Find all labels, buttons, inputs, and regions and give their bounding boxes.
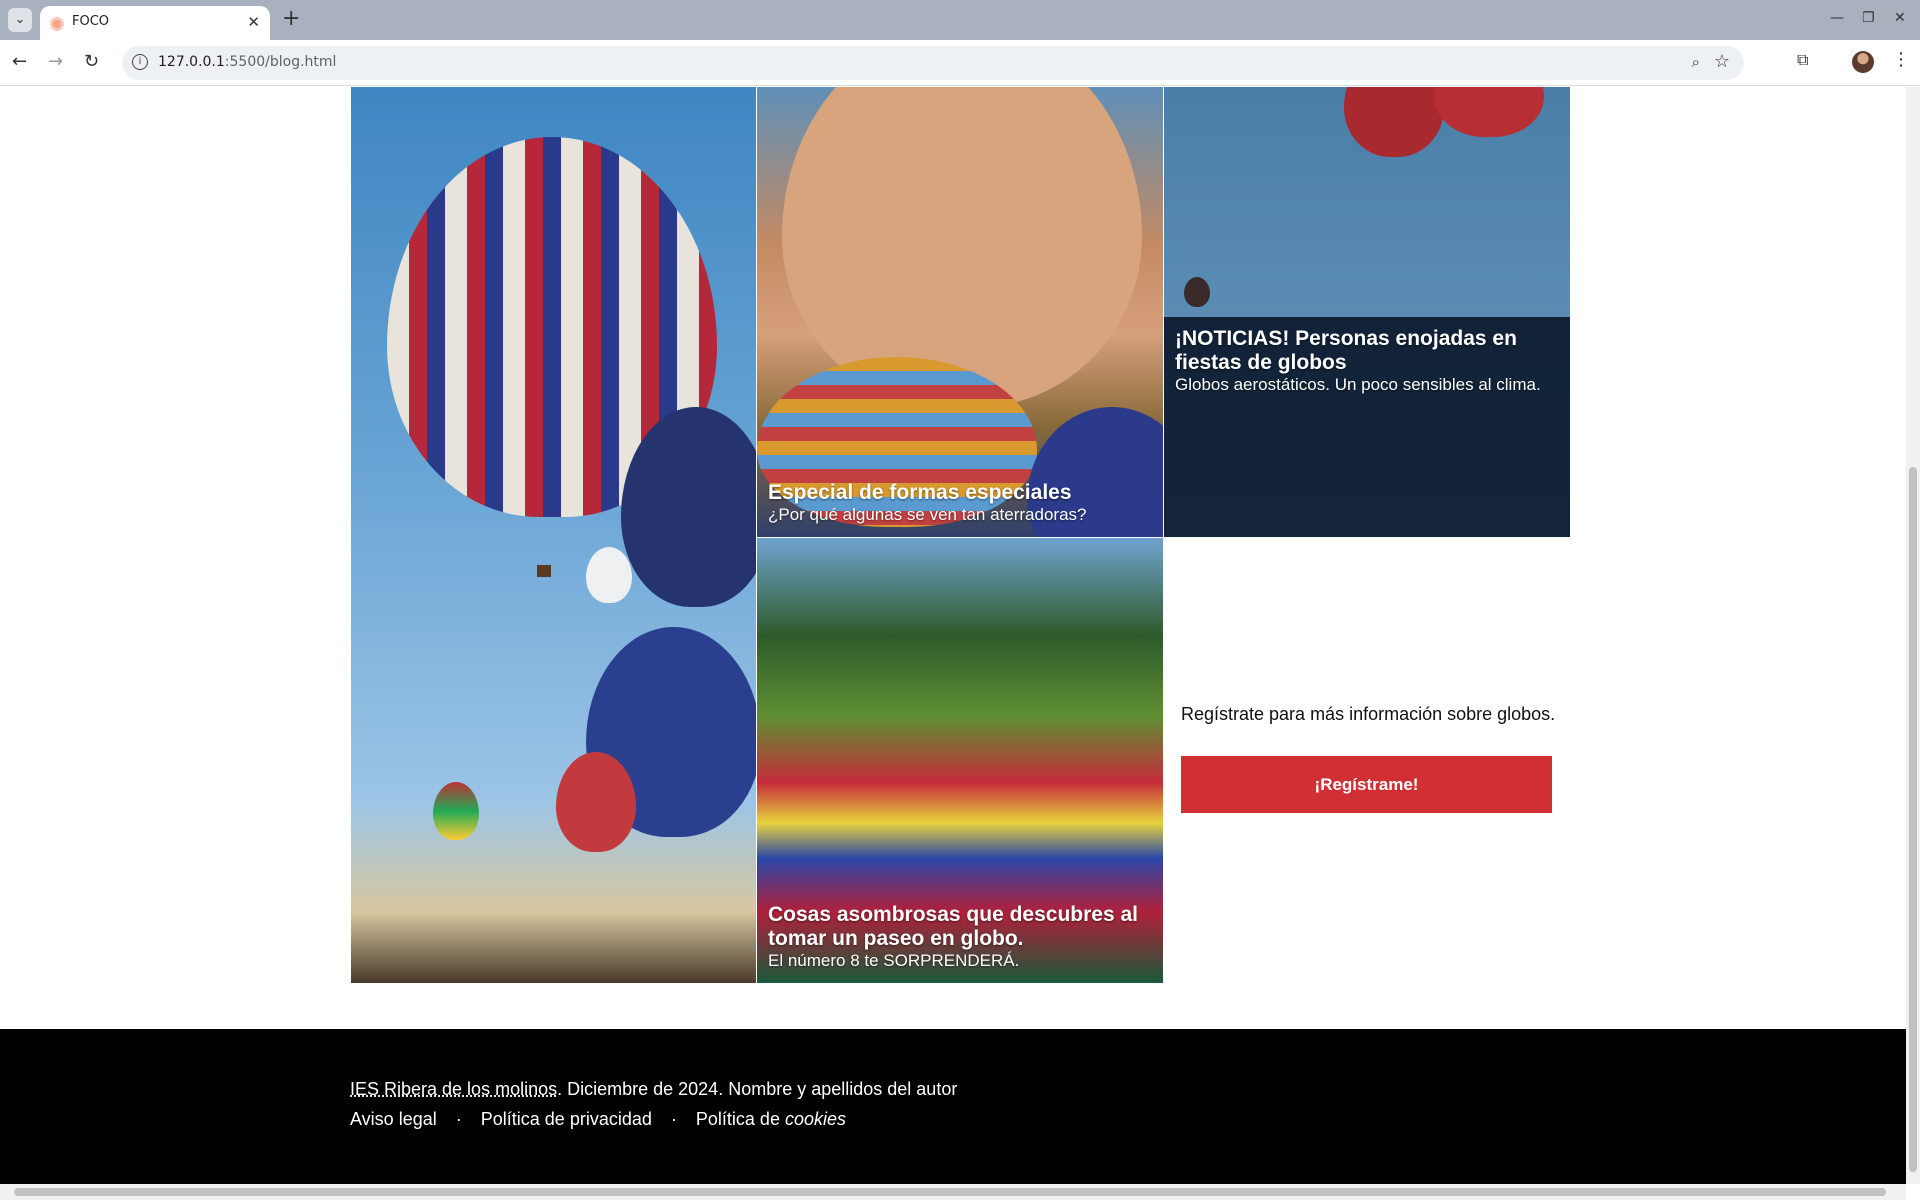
footer-separator: · <box>455 1109 462 1129</box>
article-card-ride[interactable]: Cosas asombrosas que descubres al tomar … <box>757 538 1163 983</box>
article-card-shapes[interactable]: Especial de formas especiales ¿Por qué a… <box>757 87 1163 537</box>
card-title[interactable]: Cosas asombrosas que descubres al tomar … <box>768 903 1152 951</box>
footer-credits-text: . Diciembre de 2024. Nombre y apellidos … <box>557 1079 958 1099</box>
zoom-icon[interactable]: ⌕ <box>1692 53 1700 71</box>
signup-panel: Regístrate para más información sobre gl… <box>1181 704 1561 813</box>
footer-links: Aviso legal · Política de privacidad · P… <box>350 1109 846 1130</box>
scrollbar-thumb[interactable] <box>14 1188 1886 1196</box>
footer-separator: · <box>670 1109 677 1129</box>
signup-text: Regístrate para más información sobre gl… <box>1181 704 1556 724</box>
card-title[interactable]: ¡NOTICIAS! Personas enojadas en fiestas … <box>1175 327 1559 375</box>
page-content: Especial de formas especiales ¿Por qué a… <box>0 87 1906 1184</box>
article-card-news[interactable]: ¡NOTICIAS! Personas enojadas en fiestas … <box>1164 87 1570 537</box>
menu-dots-icon[interactable]: ⋮ <box>1892 49 1910 70</box>
balloon-image <box>782 87 1142 407</box>
browser-toolbar: ← → ↻ i 127.0.0.1:5500/blog.html ⌕ ☆ N ⧉… <box>0 40 1920 110</box>
privacy-link[interactable]: Política de privacidad <box>481 1109 652 1129</box>
chevron-down-icon[interactable]: ⌄ <box>8 8 32 32</box>
reload-icon[interactable]: ↻ <box>84 51 99 72</box>
close-tab-icon[interactable]: ✕ <box>247 13 260 31</box>
card-caption: ¡NOTICIAS! Personas enojadas en fiestas … <box>1164 317 1570 407</box>
card-title[interactable]: Especial de formas especiales <box>768 481 1152 505</box>
tab-title: FOCO <box>72 14 110 29</box>
card-subtitle: Globos aerostáticos. Un poco sensibles a… <box>1175 375 1541 394</box>
back-icon[interactable]: ← <box>12 51 27 72</box>
browser-tab[interactable]: FOCO ✕ <box>40 6 270 40</box>
restore-icon[interactable]: ❐ <box>1862 10 1875 26</box>
bookmark-star-icon[interactable]: ☆ <box>1714 51 1730 72</box>
site-info-icon[interactable]: i <box>132 54 148 70</box>
address-bar[interactable]: i 127.0.0.1:5500/blog.html ⌕ ☆ <box>122 46 1744 80</box>
tab-bar: ⌄ FOCO ✕ + — ❐ ✕ <box>0 0 1920 40</box>
card-caption: Especial de formas especiales ¿Por qué a… <box>757 469 1163 537</box>
footer-credits: IES Ribera de los molinos. Diciembre de … <box>350 1079 957 1100</box>
extensions-puzzle-icon[interactable]: ⧉ <box>1797 50 1808 70</box>
card-subtitle: El número 8 te SORPRENDERÁ. <box>768 951 1020 970</box>
vertical-scrollbar[interactable] <box>1906 87 1920 1184</box>
url-text[interactable]: 127.0.0.1:5500/blog.html <box>158 54 336 70</box>
org-link[interactable]: IES Ribera de los molinos <box>350 1079 557 1099</box>
cookies-link[interactable]: Política de cookies <box>696 1109 846 1129</box>
balloon-image <box>1184 277 1210 307</box>
plus-icon[interactable]: + <box>282 6 300 31</box>
avatar[interactable] <box>1852 51 1874 73</box>
signup-button[interactable]: ¡Regístrame! <box>1181 756 1552 813</box>
basket-image <box>537 565 551 577</box>
balloon-image <box>1434 87 1544 137</box>
footer: IES Ribera de los molinos. Diciembre de … <box>0 1029 1906 1184</box>
horizontal-scrollbar[interactable] <box>0 1184 1906 1200</box>
card-caption: Cosas asombrosas que descubres al tomar … <box>757 891 1163 983</box>
photo-card-balloons[interactable] <box>351 87 756 983</box>
card-subtitle: ¿Por qué algunas se ven tan aterradoras? <box>768 505 1087 524</box>
balloon-image <box>433 782 479 840</box>
balloon-image <box>1344 87 1444 157</box>
favicon-icon <box>50 17 64 31</box>
scrollbar-thumb[interactable] <box>1909 467 1917 1172</box>
close-window-icon[interactable]: ✕ <box>1894 10 1906 26</box>
legal-link[interactable]: Aviso legal <box>350 1109 437 1129</box>
balloon-image <box>586 547 632 603</box>
balloon-image <box>556 752 636 852</box>
minimize-icon[interactable]: — <box>1830 10 1844 26</box>
forward-icon[interactable]: → <box>48 51 63 72</box>
